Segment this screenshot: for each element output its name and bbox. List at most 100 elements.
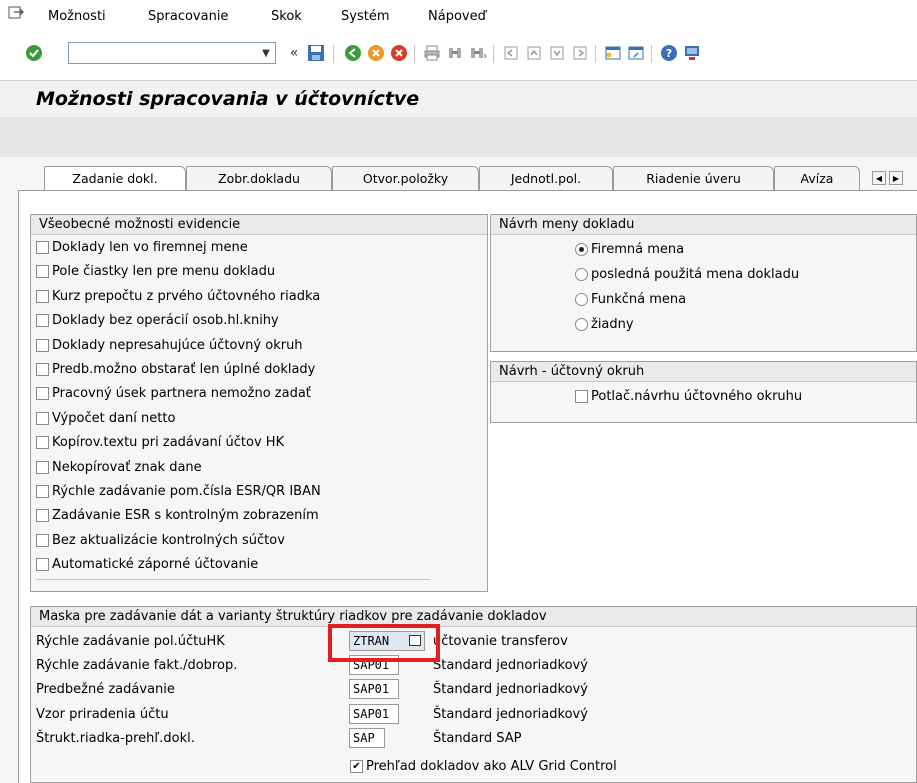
standard-toolbar: ▼ « ?: [0, 32, 917, 80]
currency-radio[interactable]: [575, 318, 588, 331]
general-option[interactable]: Automatické záporné účtovanie: [36, 557, 258, 572]
previous-page-icon[interactable]: [524, 43, 544, 63]
suppress-company-code-option[interactable]: Potlač.návrhu účtovného okruhu: [575, 389, 802, 404]
general-option-checkbox[interactable]: [36, 338, 49, 352]
currency-radio[interactable]: [575, 268, 588, 281]
mask-row-description: Štandard jednoriadkový: [433, 658, 588, 674]
last-page-icon[interactable]: [570, 43, 590, 63]
general-option-checkbox[interactable]: [36, 387, 49, 401]
general-option[interactable]: Kurz prepočtu z prvého účtovného riadka: [36, 289, 320, 304]
exit-icon[interactable]: [366, 43, 386, 63]
find-icon[interactable]: [445, 43, 465, 63]
tab-jednotl-pol[interactable]: Jednotl.pol.: [479, 166, 613, 190]
menu-bar: Možnosti Spracovanie Skok Systém Nápoveď: [0, 0, 917, 32]
menu-item-napoved[interactable]: Nápoveď: [428, 9, 486, 24]
currency-option[interactable]: Firemná mena: [575, 242, 684, 257]
mask-variant-field[interactable]: SAP: [349, 727, 385, 748]
currency-group: Návrh meny dokladu: [490, 214, 917, 352]
general-option-checkbox[interactable]: [36, 485, 49, 498]
general-option-checkbox[interactable]: [36, 314, 49, 328]
find-next-icon[interactable]: [468, 43, 488, 63]
next-page-icon[interactable]: [547, 43, 567, 63]
save-icon[interactable]: [306, 43, 326, 63]
general-option[interactable]: Doklady bez operácií osob.hl.knihy: [36, 313, 279, 328]
exit-menu-icon[interactable]: [8, 6, 24, 24]
menu-item-skok[interactable]: Skok: [271, 9, 302, 24]
menu-item-moznosti[interactable]: Možnosti: [48, 9, 106, 24]
tab-aviza[interactable]: Avíza: [774, 166, 860, 190]
suppress-company-code-checkbox[interactable]: [575, 390, 588, 403]
mask-row-label: Predbežné zadávanie: [36, 682, 175, 698]
tab-otvor-polozky[interactable]: Otvor.položky: [332, 166, 479, 190]
help-icon[interactable]: ?: [659, 43, 679, 63]
general-option-checkbox[interactable]: [36, 460, 49, 474]
company-code-header: Návrh - účtovný okruh: [491, 362, 916, 382]
highlight-box: [328, 624, 440, 662]
general-option-label: Doklady len vo firemnej mene: [52, 240, 248, 255]
currency-radio[interactable]: [575, 243, 588, 256]
menu-item-spracovanie[interactable]: Spracovanie: [148, 9, 228, 24]
toolbar-separator: [651, 45, 652, 63]
svg-text:?: ?: [666, 47, 672, 60]
general-option[interactable]: Zadávanie ESR s kontrolným zobrazením: [36, 508, 319, 523]
new-session-icon[interactable]: [603, 43, 623, 63]
shortcut-icon[interactable]: [626, 43, 646, 63]
general-option-checkbox[interactable]: [36, 241, 49, 254]
mask-variant-field[interactable]: SAP01: [349, 679, 399, 700]
back-icon[interactable]: [343, 43, 363, 63]
general-option[interactable]: Doklady len vo firemnej mene: [36, 240, 248, 255]
alv-option[interactable]: ✔ Prehľad dokladov ako ALV Grid Control: [350, 759, 617, 774]
alv-checkbox[interactable]: ✔: [350, 760, 363, 773]
mask-row-description: Štandard jednoriadkový: [433, 706, 588, 722]
general-option-label: Bez aktualizácie kontrolných súčtov: [52, 532, 285, 548]
mask-variant-field[interactable]: SAP01: [349, 703, 399, 724]
general-option[interactable]: Rýchle zadávanie pom.čísla ESR/QR IBAN: [36, 484, 321, 499]
general-option-checkbox[interactable]: [36, 265, 49, 279]
double-chevron-left-icon[interactable]: «: [284, 43, 304, 63]
tab-strip: Zadanie dokl. Zobr.dokladu Otvor.položky…: [0, 166, 917, 191]
currency-radio[interactable]: [575, 293, 588, 306]
suppress-company-code-label: Potlač.návrhu účtovného okruhu: [591, 389, 803, 404]
cancel-icon[interactable]: [389, 43, 409, 63]
general-option-checkbox[interactable]: [36, 363, 49, 376]
general-option-checkbox[interactable]: [36, 289, 49, 303]
alv-label: Prehľad dokladov ako ALV Grid Control: [366, 759, 617, 774]
general-option[interactable]: Doklady nepresahujúce účtovný okruh: [36, 338, 303, 353]
print-icon[interactable]: [422, 43, 442, 63]
general-option[interactable]: Pracovný úsek partnera nemožno zadať: [36, 386, 311, 401]
menu-item-system[interactable]: Systém: [341, 9, 389, 24]
tab-scroll-right-icon[interactable]: ▶: [889, 171, 903, 185]
command-field[interactable]: ▼: [68, 42, 276, 64]
currency-option[interactable]: posledná použitá mena dokladu: [575, 267, 799, 282]
general-option-checkbox[interactable]: [36, 436, 49, 450]
tab-scroll-left-icon[interactable]: ◀: [872, 171, 886, 185]
general-option-checkbox[interactable]: [36, 533, 49, 547]
general-option[interactable]: Nekopírovať znak dane: [36, 460, 202, 475]
mask-row-label: Rýchle zadávanie fakt./dobrop.: [36, 658, 238, 674]
general-option[interactable]: Bez aktualizácie kontrolných súčtov: [36, 533, 285, 548]
general-option-checkbox[interactable]: [36, 411, 49, 425]
tab-zadanie-dokl[interactable]: Zadanie dokl.: [44, 166, 186, 191]
chevron-down-icon[interactable]: ▼: [257, 43, 275, 63]
general-option[interactable]: Pole čiastky len pre menu dokladu: [36, 264, 275, 279]
toolbar-separator: [414, 45, 415, 63]
general-option[interactable]: Kopírov.textu pri zadávaní účtov HK: [36, 435, 284, 450]
currency-header: Návrh meny dokladu: [491, 215, 916, 235]
general-option-label: Doklady nepresahujúce účtovný okruh: [52, 337, 303, 353]
title-bar: Možnosti spracovania v účtovníctve: [0, 80, 917, 117]
general-option-checkbox[interactable]: [36, 509, 49, 523]
general-option-label: Doklady bez operácií osob.hl.knihy: [52, 313, 279, 329]
general-option[interactable]: Výpočet daní netto: [36, 411, 175, 426]
currency-option[interactable]: žiadny: [575, 317, 634, 332]
tab-riadenie-uveru[interactable]: Riadenie úveru: [613, 166, 774, 190]
currency-option-label: žiadny: [591, 317, 634, 332]
first-page-icon[interactable]: [501, 43, 521, 63]
enter-checkmark-icon[interactable]: [24, 43, 44, 63]
customize-layout-icon[interactable]: [682, 43, 702, 63]
mask-row-label: Rýchle zadávanie pol.účtuHK: [36, 634, 225, 649]
group-divider: [36, 579, 430, 580]
general-option-checkbox[interactable]: [36, 558, 49, 572]
general-option[interactable]: Predb.možno obstarať len úplné doklady: [36, 362, 315, 377]
currency-option[interactable]: Funkčná mena: [575, 292, 686, 307]
tab-zobr-dokladu[interactable]: Zobr.dokladu: [186, 166, 332, 190]
